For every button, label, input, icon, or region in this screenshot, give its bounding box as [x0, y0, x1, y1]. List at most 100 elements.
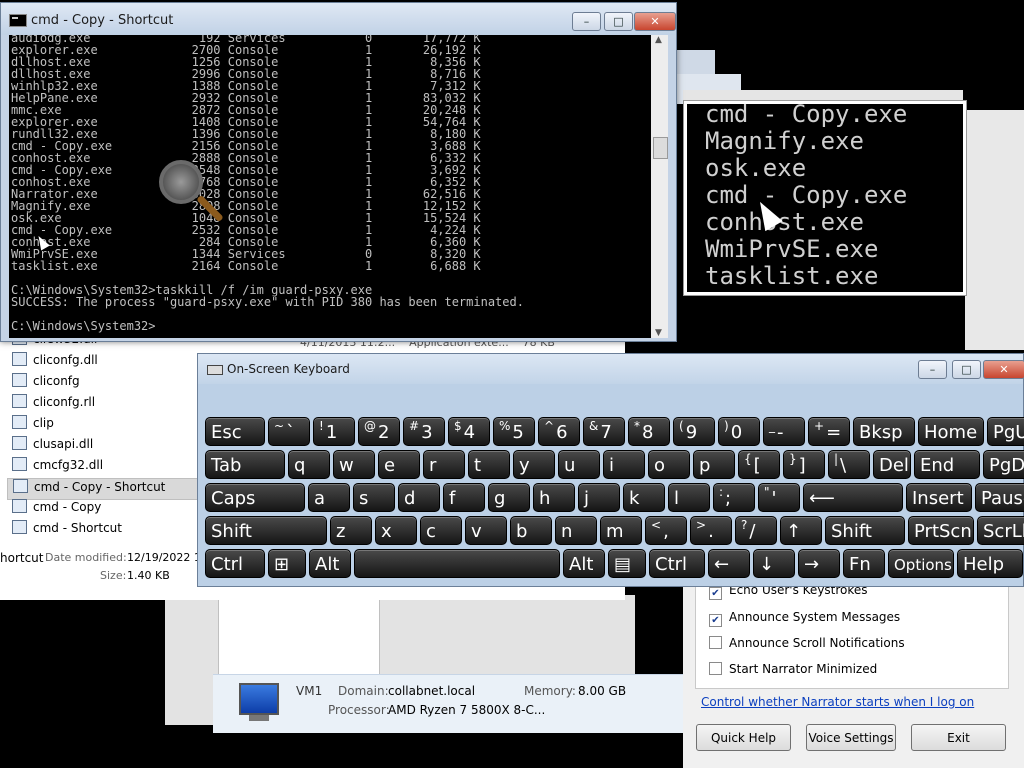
- key-1-3[interactable]: e: [378, 450, 420, 479]
- key-2-10[interactable]: :;: [713, 483, 755, 512]
- key-4-2[interactable]: Alt: [309, 549, 351, 578]
- key-0-3[interactable]: @2: [358, 417, 400, 446]
- console-prompt[interactable]: C:\Windows\System32>: [11, 320, 524, 332]
- key-4-9[interactable]: →: [798, 549, 840, 578]
- file-list-item[interactable]: cmcfg32.dll: [12, 457, 103, 477]
- key-2-1[interactable]: a: [308, 483, 350, 512]
- key-3-9[interactable]: >.: [690, 516, 732, 545]
- key-0-9[interactable]: * 8: [628, 417, 670, 446]
- key-2-11[interactable]: " ': [758, 483, 800, 512]
- key-3-11[interactable]: ↑: [780, 516, 822, 545]
- key-4-4[interactable]: Alt: [563, 549, 605, 578]
- minimize-button[interactable]: –: [918, 360, 947, 379]
- close-button[interactable]: ✕: [983, 360, 1024, 379]
- key-0-8[interactable]: & 7: [583, 417, 625, 446]
- key-4-5[interactable]: ▤: [608, 549, 646, 578]
- key-0-4[interactable]: #3: [403, 417, 445, 446]
- narrator-option-checkbox[interactable]: ✔ Announce System Messages: [709, 610, 900, 627]
- magnifier-icon[interactable]: [159, 160, 203, 204]
- key-1-2[interactable]: w: [333, 450, 375, 479]
- key-3-12[interactable]: Shift: [825, 516, 905, 545]
- key-0-15[interactable]: Home: [918, 417, 984, 446]
- key-0-14[interactable]: Bksp: [853, 417, 915, 446]
- key-1-16[interactable]: PgDn: [983, 450, 1024, 479]
- key-1-11[interactable]: {[: [738, 450, 780, 479]
- scroll-up-arrow-icon[interactable]: ▲: [655, 35, 662, 45]
- key-3-14[interactable]: ScrLk: [977, 516, 1024, 545]
- key-0-7[interactable]: ^ 6: [538, 417, 580, 446]
- key-2-6[interactable]: h: [533, 483, 575, 512]
- cmd-title-bar[interactable]: cmd - Copy - Shortcut – □ ✕: [1, 3, 676, 35]
- file-list-item[interactable]: cliconfg: [12, 373, 80, 393]
- key-2-9[interactable]: l: [668, 483, 710, 512]
- console-output[interactable]: audiodg.exe 192 Services 0 17,772 Kexplo…: [9, 35, 654, 338]
- key-2-2[interactable]: s: [353, 483, 395, 512]
- file-list-item[interactable]: cmd - Copy: [12, 499, 101, 519]
- console-scrollbar[interactable]: ▲ ▼: [651, 35, 668, 338]
- narrator-option-checkbox[interactable]: Start Narrator Minimized: [709, 662, 877, 676]
- key-3-2[interactable]: x: [375, 516, 417, 545]
- key-1-4[interactable]: r: [423, 450, 465, 479]
- key-4-0[interactable]: Ctrl: [205, 549, 265, 578]
- key-1-9[interactable]: o: [648, 450, 690, 479]
- file-list-item[interactable]: cmd - Copy - Shortcut: [7, 478, 202, 500]
- key-4-3[interactable]: [354, 549, 560, 578]
- key-0-6[interactable]: % 5: [493, 417, 535, 446]
- scroll-down-arrow-icon[interactable]: ▼: [655, 328, 662, 338]
- key-0-12[interactable]: _ -: [763, 417, 805, 446]
- key-1-1[interactable]: q: [288, 450, 330, 479]
- key-1-13[interactable]: | \: [828, 450, 870, 479]
- key-2-0[interactable]: Caps: [205, 483, 305, 512]
- exit-button[interactable]: Exit: [911, 724, 1006, 751]
- key-4-7[interactable]: ←: [708, 549, 750, 578]
- key-0-16[interactable]: PgUp: [987, 417, 1024, 446]
- file-list-item[interactable]: cliconfg.dll: [12, 352, 98, 372]
- key-1-8[interactable]: i: [603, 450, 645, 479]
- voice-settings-button[interactable]: Voice Settings: [806, 724, 896, 751]
- key-1-15[interactable]: End: [914, 450, 980, 479]
- key-0-0[interactable]: Esc: [205, 417, 265, 446]
- key-3-3[interactable]: c: [420, 516, 462, 545]
- key-0-13[interactable]: + =: [808, 417, 850, 446]
- key-0-10[interactable]: (9: [673, 417, 715, 446]
- key-3-1[interactable]: z: [330, 516, 372, 545]
- maximize-button[interactable]: □: [952, 360, 981, 379]
- key-2-8[interactable]: k: [623, 483, 665, 512]
- key-3-0[interactable]: Shift: [205, 516, 327, 545]
- key-1-0[interactable]: Tab: [205, 450, 285, 479]
- scrollbar-thumb[interactable]: [653, 137, 668, 159]
- key-3-8[interactable]: <,: [645, 516, 687, 545]
- key-2-7[interactable]: j: [578, 483, 620, 512]
- key-4-11[interactable]: Options: [888, 549, 954, 578]
- key-3-4[interactable]: v: [465, 516, 507, 545]
- key-3-13[interactable]: PrtScn: [908, 516, 974, 545]
- close-button[interactable]: ✕: [634, 12, 676, 31]
- key-4-1[interactable]: ⊞: [268, 549, 306, 578]
- key-4-12[interactable]: Help: [957, 549, 1023, 578]
- key-2-13[interactable]: Insert: [906, 483, 972, 512]
- key-1-10[interactable]: p: [693, 450, 735, 479]
- key-2-14[interactable]: Pause: [975, 483, 1024, 512]
- key-2-5[interactable]: g: [488, 483, 530, 512]
- quick-help-button[interactable]: Quick Help: [696, 724, 791, 751]
- file-list-item[interactable]: cliconfg.rll: [12, 394, 95, 414]
- key-3-10[interactable]: ? /: [735, 516, 777, 545]
- key-3-6[interactable]: n: [555, 516, 597, 545]
- key-4-8[interactable]: ↓: [753, 549, 795, 578]
- key-2-3[interactable]: d: [398, 483, 440, 512]
- key-0-11[interactable]: ) 0: [718, 417, 760, 446]
- osk-title-bar[interactable]: On-Screen Keyboard – □ ✕: [198, 354, 1024, 384]
- key-1-5[interactable]: t: [468, 450, 510, 479]
- key-1-12[interactable]: }]: [783, 450, 825, 479]
- key-1-7[interactable]: u: [558, 450, 600, 479]
- file-list-item[interactable]: cmd - Shortcut: [12, 520, 122, 540]
- key-4-10[interactable]: Fn: [843, 549, 885, 578]
- file-list-item[interactable]: clip: [12, 415, 54, 435]
- key-3-5[interactable]: b: [510, 516, 552, 545]
- key-2-4[interactable]: f: [443, 483, 485, 512]
- key-0-5[interactable]: $4: [448, 417, 490, 446]
- minimize-button[interactable]: –: [572, 12, 601, 31]
- maximize-button[interactable]: □: [604, 12, 633, 31]
- key-1-6[interactable]: y: [513, 450, 555, 479]
- narrator-option-checkbox[interactable]: Announce Scroll Notifications: [709, 636, 905, 650]
